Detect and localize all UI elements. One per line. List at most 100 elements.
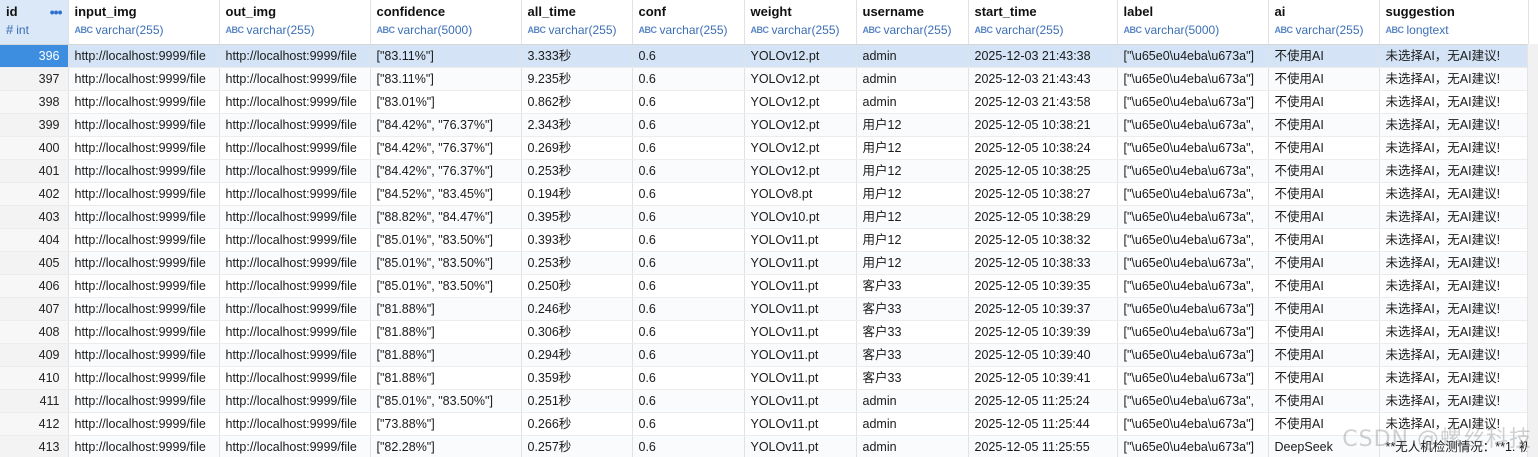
cell-weight[interactable]: YOLOv12.pt	[744, 159, 857, 183]
cell-suggestion[interactable]: 未选择AI，无AI建议!	[1379, 343, 1529, 367]
cell-label[interactable]: ["\u65e0\u4eba\u673a",	[1117, 136, 1269, 160]
cell-input-img[interactable]: http://localhost:9999/file	[68, 251, 220, 275]
cell-username[interactable]: 客户33	[856, 297, 969, 321]
cell-all-time[interactable]: 9.235秒	[521, 67, 633, 91]
cell-out-img[interactable]: http://localhost:9999/file	[219, 228, 371, 252]
cell-suggestion[interactable]: 未选择AI，无AI建议!	[1379, 67, 1529, 91]
cell-conf[interactable]: 0.6	[632, 274, 745, 298]
cell-username[interactable]: admin	[856, 389, 969, 413]
cell-out-img[interactable]: http://localhost:9999/file	[219, 412, 371, 436]
cell-out-img[interactable]: http://localhost:9999/file	[219, 159, 371, 183]
cell-start-time[interactable]: 2025-12-05 10:38:32	[968, 228, 1118, 252]
column-header-weight[interactable]: weight ABC varchar(255)	[744, 0, 857, 45]
cell-ai[interactable]: 不使用AI	[1268, 412, 1380, 436]
cell-start-time[interactable]: 2025-12-05 11:25:55	[968, 435, 1118, 457]
table-row[interactable]: 412 http://localhost:9999/file http://loca…	[0, 412, 1529, 436]
cell-all-time[interactable]: 0.393秒	[521, 228, 633, 252]
cell-id[interactable]: 411	[0, 389, 69, 413]
cell-weight[interactable]: YOLOv11.pt	[744, 389, 857, 413]
cell-start-time[interactable]: 2025-12-05 10:38:24	[968, 136, 1118, 160]
cell-label[interactable]: ["\u65e0\u4eba\u673a",	[1117, 113, 1269, 137]
cell-out-img[interactable]: http://localhost:9999/file	[219, 320, 371, 344]
cell-id[interactable]: 406	[0, 274, 69, 298]
cell-start-time[interactable]: 2025-12-05 10:38:25	[968, 159, 1118, 183]
cell-start-time[interactable]: 2025-12-05 10:39:37	[968, 297, 1118, 321]
cell-username[interactable]: admin	[856, 67, 969, 91]
cell-weight[interactable]: YOLOv11.pt	[744, 297, 857, 321]
cell-username[interactable]: 客户33	[856, 366, 969, 390]
cell-input-img[interactable]: http://localhost:9999/file	[68, 435, 220, 457]
cell-weight[interactable]: YOLOv12.pt	[744, 90, 857, 114]
cell-weight[interactable]: YOLOv11.pt	[744, 412, 857, 436]
cell-confidence[interactable]: ["83.11%"]	[370, 67, 522, 91]
cell-out-img[interactable]: http://localhost:9999/file	[219, 182, 371, 206]
cell-weight[interactable]: YOLOv12.pt	[744, 44, 857, 68]
cell-input-img[interactable]: http://localhost:9999/file	[68, 274, 220, 298]
cell-id[interactable]: 412	[0, 412, 69, 436]
cell-out-img[interactable]: http://localhost:9999/file	[219, 366, 371, 390]
cell-label[interactable]: ["\u65e0\u4eba\u673a"]	[1117, 412, 1269, 436]
cell-input-img[interactable]: http://localhost:9999/file	[68, 297, 220, 321]
cell-username[interactable]: admin	[856, 44, 969, 68]
cell-confidence[interactable]: ["85.01%", "83.50%"]	[370, 251, 522, 275]
cell-suggestion[interactable]: 未选择AI，无AI建议!	[1379, 205, 1529, 229]
cell-ai[interactable]: 不使用AI	[1268, 90, 1380, 114]
cell-suggestion[interactable]: 未选择AI，无AI建议!	[1379, 412, 1529, 436]
cell-all-time[interactable]: 0.194秒	[521, 182, 633, 206]
cell-input-img[interactable]: http://localhost:9999/file	[68, 366, 220, 390]
cell-id[interactable]: 396	[0, 44, 69, 68]
table-row[interactable]: 396 http://localhost:9999/file http://loca…	[0, 44, 1529, 68]
cell-suggestion[interactable]: 未选择AI，无AI建议!	[1379, 90, 1529, 114]
column-header-label[interactable]: label ABC varchar(5000)	[1117, 0, 1269, 45]
cell-conf[interactable]: 0.6	[632, 44, 745, 68]
cell-start-time[interactable]: 2025-12-03 21:43:58	[968, 90, 1118, 114]
cell-confidence[interactable]: ["84.42%", "76.37%"]	[370, 113, 522, 137]
cell-out-img[interactable]: http://localhost:9999/file	[219, 274, 371, 298]
cell-username[interactable]: admin	[856, 90, 969, 114]
column-header-out-img[interactable]: out_img ABC varchar(255)	[219, 0, 371, 45]
column-header-input-img[interactable]: input_img ABC varchar(255)	[68, 0, 220, 45]
cell-username[interactable]: 客户33	[856, 343, 969, 367]
cell-input-img[interactable]: http://localhost:9999/file	[68, 90, 220, 114]
cell-input-img[interactable]: http://localhost:9999/file	[68, 159, 220, 183]
table-row[interactable]: 400 http://localhost:9999/file http://loca…	[0, 136, 1529, 160]
cell-username[interactable]: 用户12	[856, 113, 969, 137]
cell-username[interactable]: 客户33	[856, 274, 969, 298]
cell-all-time[interactable]: 0.253秒	[521, 159, 633, 183]
cell-all-time[interactable]: 0.251秒	[521, 389, 633, 413]
cell-id[interactable]: 410	[0, 366, 69, 390]
table-row[interactable]: 408 http://localhost:9999/file http://loca…	[0, 320, 1529, 344]
cell-input-img[interactable]: http://localhost:9999/file	[68, 228, 220, 252]
cell-suggestion[interactable]: 未选择AI，无AI建议!	[1379, 389, 1529, 413]
cell-start-time[interactable]: 2025-12-05 10:38:27	[968, 182, 1118, 206]
cell-start-time[interactable]: 2025-12-05 10:39:39	[968, 320, 1118, 344]
table-row[interactable]: 397 http://localhost:9999/file http://loca…	[0, 67, 1529, 91]
cell-conf[interactable]: 0.6	[632, 366, 745, 390]
cell-ai[interactable]: 不使用AI	[1268, 228, 1380, 252]
cell-out-img[interactable]: http://localhost:9999/file	[219, 389, 371, 413]
cell-suggestion[interactable]: 未选择AI，无AI建议!	[1379, 366, 1529, 390]
cell-ai[interactable]: 不使用AI	[1268, 389, 1380, 413]
cell-confidence[interactable]: ["85.01%", "83.50%"]	[370, 389, 522, 413]
cell-all-time[interactable]: 0.266秒	[521, 412, 633, 436]
cell-suggestion[interactable]: 未选择AI，无AI建议!	[1379, 274, 1529, 298]
cell-weight[interactable]: YOLOv8.pt	[744, 182, 857, 206]
cell-confidence[interactable]: ["85.01%", "83.50%"]	[370, 274, 522, 298]
cell-label[interactable]: ["\u65e0\u4eba\u673a"]	[1117, 366, 1269, 390]
cell-weight[interactable]: YOLOv12.pt	[744, 67, 857, 91]
cell-start-time[interactable]: 2025-12-05 11:25:24	[968, 389, 1118, 413]
cell-confidence[interactable]: ["81.88%"]	[370, 343, 522, 367]
cell-suggestion[interactable]: 未选择AI，无AI建议!	[1379, 228, 1529, 252]
cell-label[interactable]: ["\u65e0\u4eba\u673a"]	[1117, 297, 1269, 321]
cell-label[interactable]: ["\u65e0\u4eba\u673a",	[1117, 159, 1269, 183]
cell-id[interactable]: 397	[0, 67, 69, 91]
table-row[interactable]: 404 http://localhost:9999/file http://loca…	[0, 228, 1529, 252]
cell-ai[interactable]: 不使用AI	[1268, 113, 1380, 137]
cell-conf[interactable]: 0.6	[632, 67, 745, 91]
cell-label[interactable]: ["\u65e0\u4eba\u673a"]	[1117, 44, 1269, 68]
table-row[interactable]: 411 http://localhost:9999/file http://loca…	[0, 389, 1529, 413]
cell-label[interactable]: ["\u65e0\u4eba\u673a"]	[1117, 343, 1269, 367]
cell-all-time[interactable]: 3.333秒	[521, 44, 633, 68]
cell-label[interactable]: ["\u65e0\u4eba\u673a",	[1117, 274, 1269, 298]
cell-label[interactable]: ["\u65e0\u4eba\u673a",	[1117, 205, 1269, 229]
